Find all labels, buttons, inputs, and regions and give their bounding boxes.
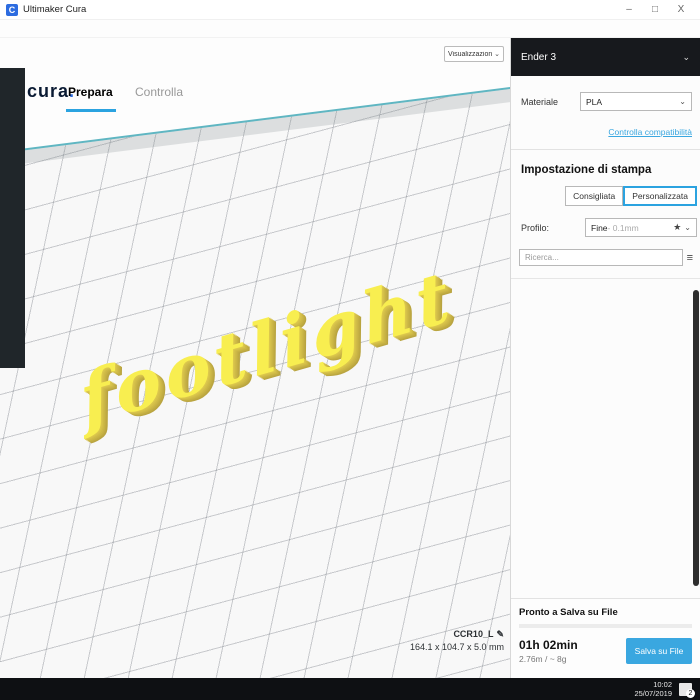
view-mode-dropdown[interactable]: Visualizzazione c... ⌄: [444, 46, 504, 62]
profile-row: Profilo: Fine - 0.1mm ★ ⌄: [511, 216, 700, 247]
chevron-down-icon: ⌄: [679, 97, 686, 106]
left-toolbar: [0, 68, 25, 368]
compatibility-link[interactable]: Controlla compatibilità: [511, 117, 700, 149]
output-row: 01h 02min 2.76m / ~ 8g Salva su File: [519, 638, 692, 664]
search-input[interactable]: Ricerca...: [519, 249, 683, 266]
tab-prepara[interactable]: Prepara: [68, 85, 113, 99]
title-bar: C Ultimaker Cura – □ X: [0, 0, 700, 20]
active-tab-underline: [66, 109, 116, 112]
material-usage: 2.76m / ~ 8g: [519, 654, 567, 664]
view-controls: Visualizzazione c... ⌄: [444, 46, 504, 62]
scrollbar[interactable]: [693, 290, 699, 586]
mode-tabs: Consigliata Personalizzata: [511, 186, 700, 216]
material-label: Materiale: [521, 96, 559, 107]
window-title: Ultimaker Cura: [23, 4, 87, 15]
minimize-button[interactable]: –: [616, 1, 642, 19]
status-text: Pronto a Salva su File: [519, 607, 618, 618]
cura-logo-text: cura: [27, 81, 70, 101]
print-estimates: 01h 02min 2.76m / ~ 8g: [519, 638, 626, 664]
notification-badge: 2: [686, 688, 695, 698]
close-button[interactable]: X: [668, 1, 694, 19]
print-settings-title: Impostazione di stampa: [521, 164, 652, 176]
system-tray: 10:02 25/07/2019 2: [634, 680, 696, 698]
tab-controlla[interactable]: Controlla: [135, 85, 183, 99]
view-mode-label: Visualizzazione c...: [448, 50, 493, 58]
model-name: CCR10_L: [453, 629, 494, 639]
settings-panel: Ender 3 ⌄ Materiale PLA ⌄ Controlla comp…: [510, 38, 700, 678]
star-icon: ★: [673, 222, 682, 232]
ultimaker-cura-window: C Ultimaker Cura – □ X footlight cura. P…: [0, 0, 700, 700]
model-footlight[interactable]: footlight: [43, 244, 490, 450]
material-row: Materiale PLA ⌄: [511, 76, 700, 117]
settings-menu-icon[interactable]: ≡: [683, 252, 697, 264]
profile-value: Fine: [591, 222, 608, 233]
menu-bar: [0, 20, 700, 38]
profile-dropdown[interactable]: Fine - 0.1mm ★ ⌄: [585, 218, 697, 237]
chevron-down-icon: ⌄: [684, 223, 691, 232]
viewport-3d[interactable]: footlight cura. Prepara Controlla Visual…: [0, 38, 510, 678]
profile-label: Profilo:: [521, 222, 550, 233]
tab-consigliata[interactable]: Consigliata: [565, 186, 624, 206]
printer-name: Ender 3: [521, 51, 557, 63]
search-row: Ricerca... ≡: [511, 247, 700, 278]
setting-list: [511, 279, 700, 285]
output-panel: Pronto a Salva su File 01h 02min 2.76m /…: [511, 598, 700, 678]
tab-personalizzata[interactable]: Personalizzata: [623, 186, 697, 206]
profile-layer-height: - 0.1mm: [607, 222, 639, 233]
chevron-down-icon: ⌄: [494, 51, 500, 58]
clock-date: 25/07/2019: [634, 689, 672, 698]
printer-selector[interactable]: Ender 3 ⌄: [511, 38, 700, 76]
clock-time: 10:02: [653, 680, 672, 689]
rename-pencil-icon[interactable]: ✎: [496, 629, 504, 639]
chevron-down-icon: ⌄: [682, 51, 690, 62]
model-info: CCR10_L ✎ 164.1 x 104.7 x 5.0 mm: [410, 629, 504, 652]
progress-bar: [519, 624, 692, 628]
cura-app-icon: C: [6, 3, 18, 16]
maximize-button[interactable]: □: [642, 1, 668, 19]
taskbar-clock[interactable]: 10:02 25/07/2019: [634, 680, 672, 698]
model-name-row[interactable]: CCR10_L ✎: [410, 629, 504, 640]
notification-center-icon[interactable]: 2: [679, 682, 695, 698]
model-dimensions: 164.1 x 104.7 x 5.0 mm: [409, 642, 504, 652]
material-dropdown[interactable]: PLA ⌄: [580, 92, 692, 111]
windows-taskbar: 10:02 25/07/2019 2: [0, 678, 700, 700]
stage-header: cura. Prepara Controlla: [0, 76, 510, 112]
save-to-file-button[interactable]: Salva su File: [626, 638, 692, 664]
print-time: 01h 02min: [519, 638, 578, 652]
material-value: PLA: [586, 96, 603, 107]
